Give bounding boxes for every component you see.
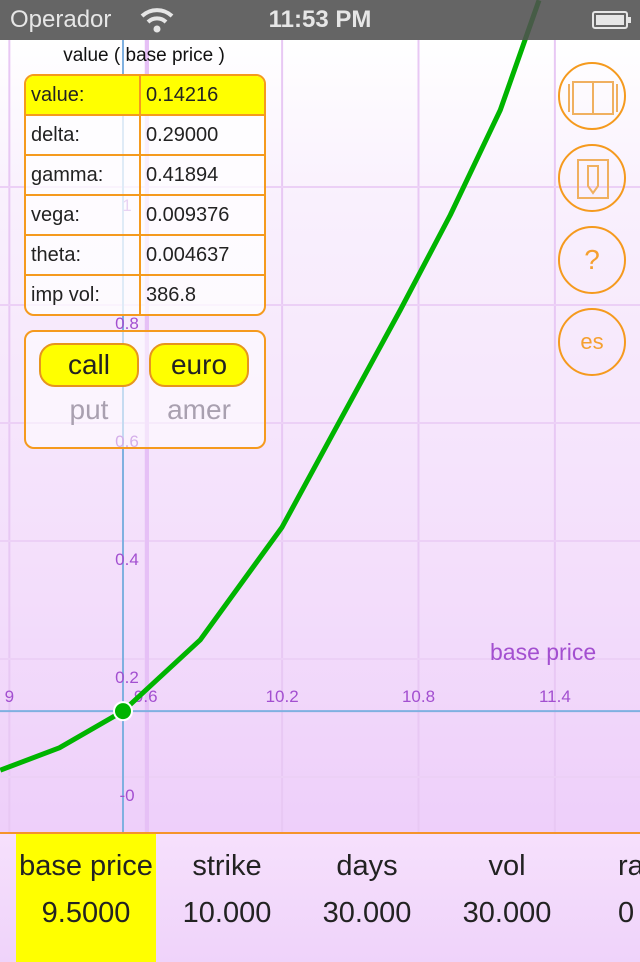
greek-row-delta[interactable]: delta: 0.29000: [26, 114, 264, 154]
option-type-panel: call euro put amer: [24, 330, 266, 449]
y-tick-label: 0.4: [115, 550, 139, 569]
greek-value: 0.41894: [146, 164, 219, 186]
book-button[interactable]: [558, 62, 626, 130]
param-value: 30.000: [322, 897, 412, 929]
param-value: 30.000: [462, 897, 552, 929]
param-label: days: [336, 850, 398, 882]
greek-row-gamma[interactable]: gamma: 0.41894: [26, 154, 264, 194]
param-days[interactable]: days 30.000: [297, 834, 437, 962]
x-tick-label: 10.8: [402, 687, 435, 706]
greek-value: 0.004637: [146, 244, 230, 266]
greek-value: 0.009376: [146, 204, 230, 226]
greek-label: value:: [26, 76, 141, 114]
greek-row-value[interactable]: value: 0.14216: [26, 76, 264, 114]
greek-label: delta:: [26, 116, 141, 154]
greek-value: 0.14216: [146, 84, 219, 106]
param-value: 10.000: [182, 897, 272, 929]
put-button[interactable]: put: [39, 394, 139, 426]
param-label: base price: [19, 850, 153, 882]
x-tick-label: 11.4: [539, 687, 571, 706]
x-tick-label: 9: [5, 687, 14, 706]
status-bar: Operador 11:53 PM: [0, 0, 640, 40]
greek-label: gamma:: [26, 156, 141, 194]
greek-row-imp-vol[interactable]: imp vol: 386.8: [26, 274, 264, 314]
param-value: 0: [618, 897, 635, 929]
param-value: 9.5000: [41, 897, 131, 929]
chart-title: value ( base price ): [63, 45, 225, 66]
battery-icon: [592, 11, 631, 29]
help-button[interactable]: ?: [558, 226, 626, 294]
greek-value: 386.8: [146, 284, 197, 306]
amer-button[interactable]: amer: [149, 394, 249, 426]
edit-button[interactable]: [558, 144, 626, 212]
y-tick-label: -0: [119, 786, 134, 805]
greek-value: 0.29000: [146, 124, 219, 146]
x-axis-label: base price: [490, 639, 596, 665]
param-vol[interactable]: vol 30.000: [437, 834, 577, 962]
greek-row-vega[interactable]: vega: 0.009376: [26, 194, 264, 234]
x-tick-label: 10.2: [266, 687, 299, 706]
param-label: vol: [488, 850, 526, 882]
pencil-icon: [577, 159, 609, 199]
param-label: strike: [192, 850, 262, 882]
param-strike[interactable]: strike 10.000: [157, 834, 297, 962]
greek-label: theta:: [26, 236, 141, 274]
language-button[interactable]: es: [558, 308, 626, 376]
euro-button[interactable]: euro: [149, 343, 249, 387]
parameter-bar: base price 9.5000 strike 10.000 days 30.…: [0, 832, 640, 962]
book-icon: [568, 81, 618, 115]
call-button[interactable]: call: [39, 343, 139, 387]
greeks-table: value: 0.14216 delta: 0.29000 gamma: 0.4189…: [24, 74, 266, 316]
param-rate[interactable]: ra 0: [618, 834, 640, 962]
y-tick-label: 0.2: [115, 668, 139, 687]
param-base-price[interactable]: base price 9.5000: [16, 834, 156, 962]
greek-row-theta[interactable]: theta: 0.004637: [26, 234, 264, 274]
greek-label: imp vol:: [26, 276, 141, 314]
current-point-marker[interactable]: [113, 701, 133, 722]
param-label: ra: [618, 850, 640, 882]
clock: 11:53 PM: [268, 6, 372, 33]
greek-label: vega:: [26, 196, 141, 234]
